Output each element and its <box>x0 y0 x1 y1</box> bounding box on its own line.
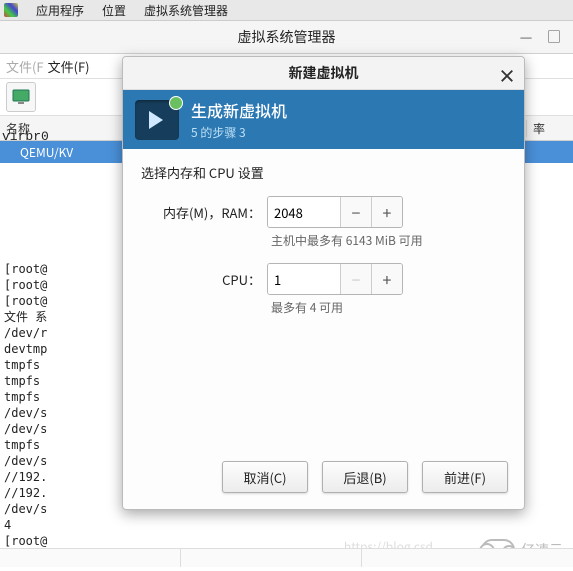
cpu-input[interactable] <box>268 264 340 294</box>
file-menu[interactable]: 文件(F) <box>48 57 90 76</box>
dialog-header: 生成新虚拟机 5 的步骤 3 <box>123 90 524 149</box>
col-rate[interactable]: 率 <box>527 120 573 137</box>
new-vm-toolbar-button[interactable] <box>6 82 36 112</box>
vmm-titlebar: 虚拟系统管理器 — □ <box>0 21 573 54</box>
ram-label: 内存(M)，RAM： <box>141 203 267 222</box>
cpu-decrement-button: − <box>340 264 371 294</box>
applications-icon <box>4 3 18 17</box>
cpu-label: CPU： <box>141 270 267 289</box>
dialog-header-subtitle: 5 的步骤 3 <box>191 124 287 141</box>
ram-spinner: − + <box>267 196 403 228</box>
terminal-output: [root@ [root@ [root@ 文件 系 /dev/r devtmp … <box>4 261 47 549</box>
system-taskbar: 应用程序 位置 虚拟系统管理器 <box>0 0 573 21</box>
section-label: 选择内存和 CPU 设置 <box>141 163 506 182</box>
back-button[interactable]: 后退(B) <box>322 461 408 493</box>
dialog-titlebar: 新建虚拟机 × <box>123 57 524 90</box>
cpu-hint: 最多有 4 可用 <box>271 299 506 316</box>
ram-input[interactable] <box>268 197 340 227</box>
file-menu-shadow: 文件(F <box>6 57 44 76</box>
close-icon[interactable]: × <box>498 63 516 89</box>
dialog-title: 新建虚拟机 <box>289 63 359 83</box>
menu-applications[interactable]: 应用程序 <box>36 2 84 19</box>
forward-button[interactable]: 前进(F) <box>422 461 508 493</box>
ram-increment-button[interactable]: + <box>371 197 402 227</box>
dialog-header-title: 生成新虚拟机 <box>191 98 287 122</box>
menu-vmm[interactable]: 虚拟系统管理器 <box>144 2 228 19</box>
cpu-increment-button[interactable]: + <box>371 264 402 294</box>
cpu-spinner: − + <box>267 263 403 295</box>
new-vm-dialog: 新建虚拟机 × 生成新虚拟机 5 的步骤 3 选择内存和 CPU 设置 内存(M… <box>122 56 525 510</box>
cancel-button[interactable]: 取消(C) <box>222 461 308 493</box>
dialog-body: 选择内存和 CPU 设置 内存(M)，RAM： − + 主机中最多有 6143 … <box>123 149 524 449</box>
statusbar <box>0 548 573 567</box>
ram-hint: 主机中最多有 6143 MiB 可用 <box>271 232 506 249</box>
terminal-virbr: virbr0 <box>2 129 49 144</box>
monitor-icon <box>12 89 30 105</box>
maximize-icon[interactable]: □ <box>547 30 561 44</box>
ram-row: 内存(M)，RAM： − + <box>141 196 506 228</box>
ram-decrement-button[interactable]: − <box>340 197 371 227</box>
vmm-title: 虚拟系统管理器 <box>238 27 336 47</box>
minimize-icon[interactable]: — <box>519 30 533 44</box>
cpu-row: CPU： − + <box>141 263 506 295</box>
dialog-footer: 取消(C) 后退(B) 前进(F) <box>123 449 524 509</box>
menu-places[interactable]: 位置 <box>102 2 126 19</box>
vm-create-icon <box>135 100 179 140</box>
